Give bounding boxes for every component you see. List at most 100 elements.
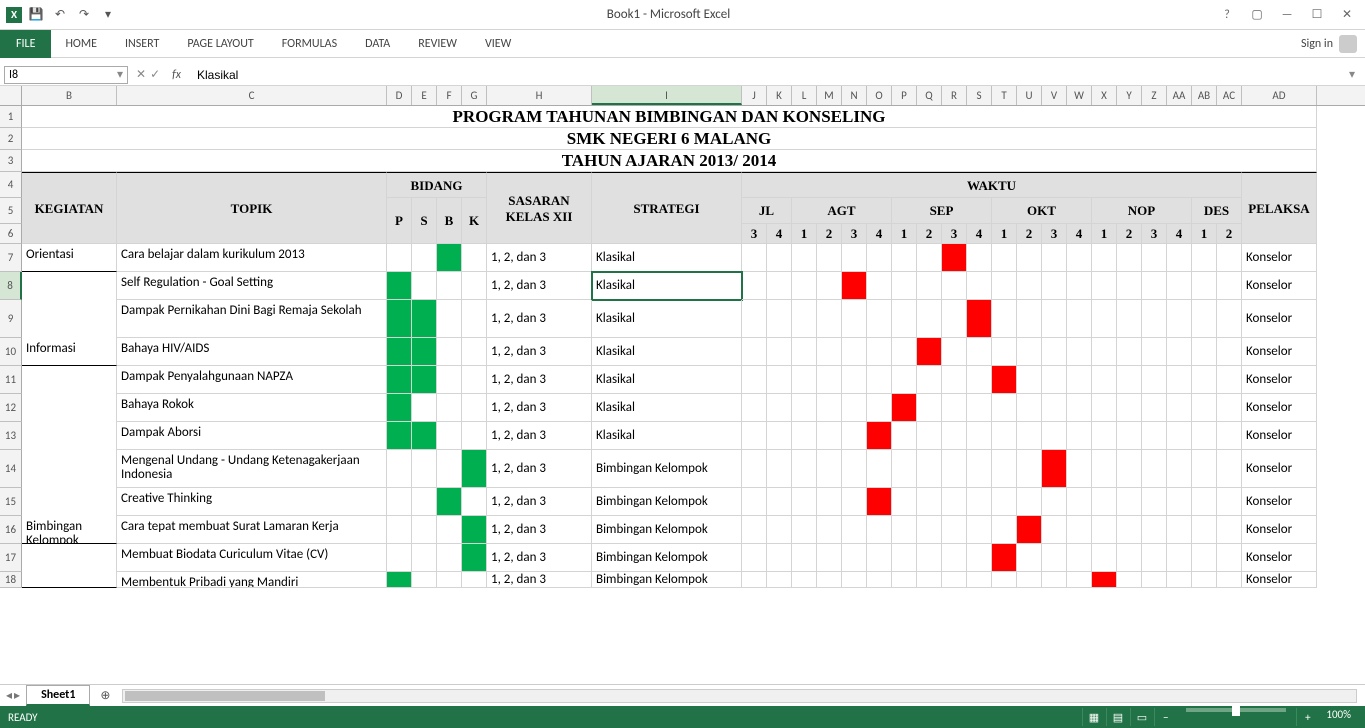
accept-formula-icon[interactable]: ✓: [150, 67, 160, 82]
cell[interactable]: [487, 224, 592, 228]
cell[interactable]: [1142, 366, 1167, 394]
cell[interactable]: Bahaya HIV/AIDS: [117, 338, 387, 366]
cell[interactable]: Konselor: [1242, 366, 1317, 394]
formula-expand-icon[interactable]: ▾: [1349, 67, 1361, 82]
cell[interactable]: [1067, 244, 1092, 272]
col-header-T[interactable]: T: [992, 86, 1017, 105]
cell[interactable]: [1117, 244, 1142, 272]
cell[interactable]: [992, 394, 1017, 422]
cell[interactable]: 4: [867, 224, 892, 244]
row-header-17[interactable]: 17: [0, 544, 22, 572]
help-icon[interactable]: ?: [1213, 4, 1241, 26]
cell[interactable]: 1, 2, dan 3: [487, 572, 592, 588]
cell[interactable]: [892, 572, 917, 588]
ribbon-options-icon[interactable]: ▢: [1243, 4, 1271, 26]
cell[interactable]: [437, 544, 462, 572]
cell[interactable]: [22, 394, 117, 422]
sheet-nav-prev-icon[interactable]: ◂: [6, 688, 12, 703]
cell[interactable]: [1217, 450, 1242, 488]
row-header-14[interactable]: 14: [0, 450, 22, 488]
cell[interactable]: [867, 450, 892, 488]
col-header-AA[interactable]: AA: [1167, 86, 1192, 105]
cell[interactable]: [1092, 422, 1117, 450]
cell[interactable]: [1142, 544, 1167, 572]
cell[interactable]: [867, 488, 892, 516]
cancel-formula-icon[interactable]: ✕: [136, 67, 146, 82]
cell[interactable]: [1042, 544, 1067, 572]
cell[interactable]: [942, 488, 967, 516]
select-all-corner[interactable]: [0, 86, 22, 105]
cell[interactable]: [892, 488, 917, 516]
cell[interactable]: [742, 244, 767, 272]
cell[interactable]: [1117, 300, 1142, 338]
cell[interactable]: [1042, 488, 1067, 516]
cell[interactable]: [992, 572, 1017, 588]
tab-view[interactable]: VIEW: [471, 31, 525, 57]
cell[interactable]: 3: [1042, 224, 1067, 244]
cell[interactable]: [1217, 338, 1242, 366]
cell[interactable]: 1: [792, 224, 817, 244]
cell[interactable]: [1217, 366, 1242, 394]
cell[interactable]: [967, 422, 992, 450]
cell[interactable]: [792, 244, 817, 272]
cell[interactable]: 3: [742, 224, 767, 244]
cell[interactable]: [742, 488, 767, 516]
cell[interactable]: [892, 450, 917, 488]
cell[interactable]: [1142, 572, 1167, 588]
cell[interactable]: [817, 244, 842, 272]
col-header-F[interactable]: F: [437, 86, 462, 105]
cell[interactable]: [842, 394, 867, 422]
cell[interactable]: Klasikal: [592, 244, 742, 272]
cell[interactable]: [412, 516, 437, 544]
cell[interactable]: [842, 272, 867, 300]
cell[interactable]: [817, 272, 842, 300]
cell[interactable]: [817, 516, 842, 544]
cell[interactable]: [1042, 450, 1067, 488]
cell[interactable]: [867, 338, 892, 366]
cell[interactable]: P: [387, 198, 412, 244]
cell[interactable]: [767, 338, 792, 366]
cell[interactable]: [1142, 244, 1167, 272]
cell[interactable]: Bimbingan Kelompok: [592, 516, 742, 544]
cell[interactable]: [1192, 338, 1217, 366]
worksheet-grid[interactable]: 1PROGRAM TAHUNAN BIMBINGAN DAN KONSELING…: [0, 106, 1365, 684]
cell[interactable]: Bimbingan Kelompok: [592, 544, 742, 572]
cell[interactable]: [437, 224, 462, 228]
cell[interactable]: JL: [742, 198, 792, 224]
cell[interactable]: [1017, 488, 1042, 516]
cell[interactable]: [892, 422, 917, 450]
cell[interactable]: NOP: [1092, 198, 1192, 224]
cell[interactable]: [942, 544, 967, 572]
cell[interactable]: [892, 544, 917, 572]
cell[interactable]: [22, 272, 117, 300]
cell[interactable]: [867, 394, 892, 422]
cell[interactable]: [1192, 272, 1217, 300]
cell[interactable]: 4: [1067, 224, 1092, 244]
cell[interactable]: [1092, 272, 1117, 300]
cell[interactable]: [22, 198, 117, 202]
cell[interactable]: [387, 394, 412, 422]
col-header-AC[interactable]: AC: [1217, 86, 1242, 105]
cell[interactable]: [917, 338, 942, 366]
cell[interactable]: [992, 244, 1017, 272]
col-header-Q[interactable]: Q: [917, 86, 942, 105]
cell[interactable]: [1217, 300, 1242, 338]
cell[interactable]: [942, 338, 967, 366]
fx-icon[interactable]: fx: [168, 68, 185, 82]
cell[interactable]: [1192, 300, 1217, 338]
cell[interactable]: [967, 338, 992, 366]
qat-dropdown-icon[interactable]: ▾: [98, 5, 118, 25]
cell[interactable]: [1217, 488, 1242, 516]
row-header-7[interactable]: 7: [0, 244, 22, 272]
cell[interactable]: 3: [1142, 224, 1167, 244]
name-box[interactable]: I8 ▾: [4, 66, 128, 84]
tab-formulas[interactable]: FORMULAS: [268, 31, 351, 57]
col-header-R[interactable]: R: [942, 86, 967, 105]
cell[interactable]: Informasi: [22, 338, 117, 366]
cell[interactable]: [1217, 516, 1242, 544]
cell[interactable]: [817, 544, 842, 572]
cell[interactable]: 1: [1192, 224, 1217, 244]
cell[interactable]: [1017, 516, 1042, 544]
cell[interactable]: [992, 422, 1017, 450]
tab-data[interactable]: DATA: [351, 31, 404, 57]
